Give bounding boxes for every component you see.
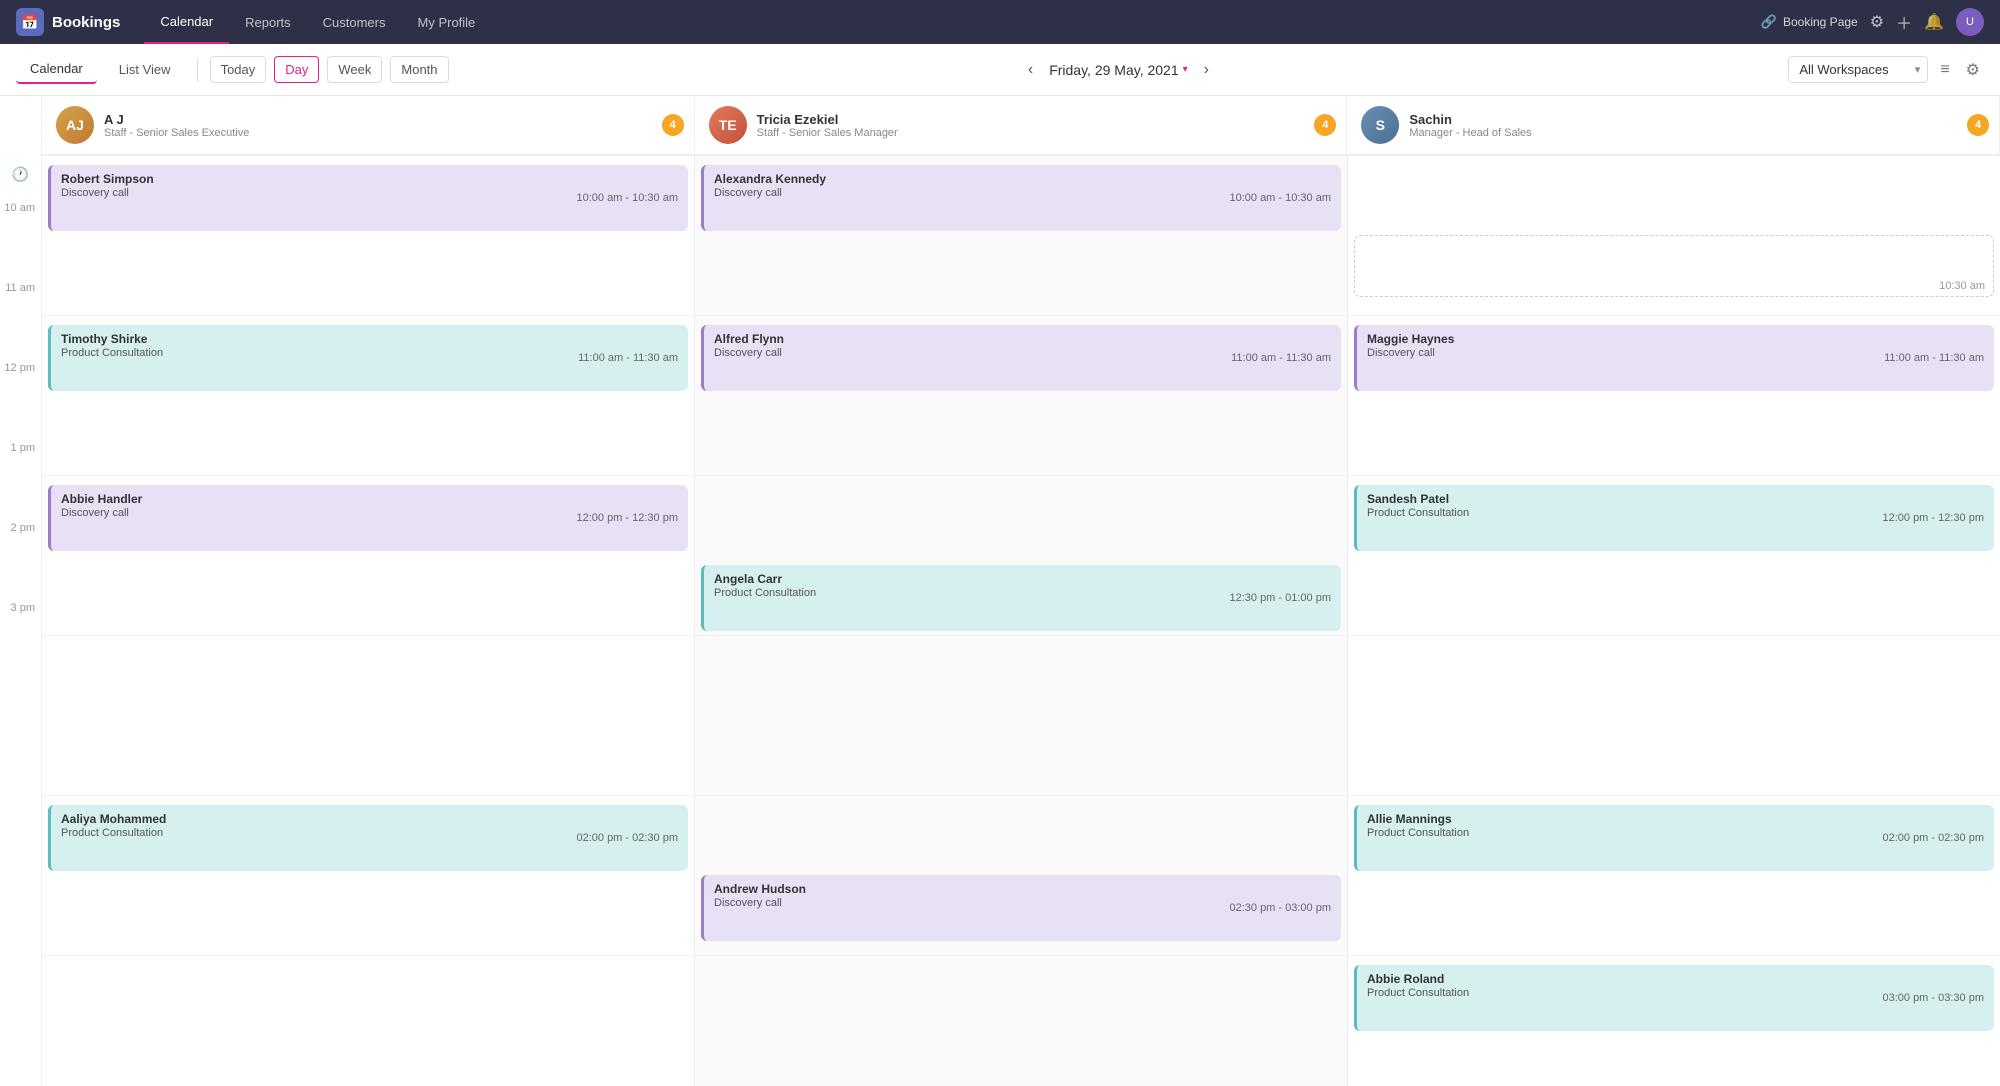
nav-customers[interactable]: Customers xyxy=(307,0,402,44)
grid-line-0 xyxy=(42,155,694,156)
grid-line-s0 xyxy=(1348,155,2000,156)
appt-andrew-hudson[interactable]: Andrew Hudson Discovery call 02:30 pm - … xyxy=(701,875,1341,941)
staff-header-sachin: S Sachin Manager - Head of Sales 4 xyxy=(1347,96,2000,154)
grid-line-t1 xyxy=(695,315,1347,316)
staff-badge-sachin: 4 xyxy=(1967,114,1989,136)
grid-line-2 xyxy=(42,475,694,476)
brand-name: Bookings xyxy=(52,14,120,31)
staff-area: AJ A J Staff - Senior Sales Executive 4 … xyxy=(42,96,2000,1086)
appt-abbie-handler[interactable]: Abbie Handler Discovery call 12:00 pm - … xyxy=(48,485,688,551)
grid-line-s5 xyxy=(1348,955,2000,956)
grid-line-3 xyxy=(42,635,694,636)
staff-info-tricia: Tricia Ezekiel Staff - Senior Sales Mana… xyxy=(757,112,1333,139)
appt-timothy-shirke[interactable]: Timothy Shirke Product Consultation 11:0… xyxy=(48,325,688,391)
grid-line-5 xyxy=(42,955,694,956)
appt-angela-carr[interactable]: Angela Carr Product Consultation 12:30 p… xyxy=(701,565,1341,631)
bell-icon[interactable]: 🔔 xyxy=(1924,12,1944,32)
dropdown-arrow: ▾ xyxy=(1183,64,1188,75)
workspace-dropdown[interactable]: All Workspaces xyxy=(1788,56,1928,83)
staff-info-sachin: Sachin Manager - Head of Sales xyxy=(1409,112,1985,139)
grid-line-t5 xyxy=(695,955,1347,956)
tab-list-view[interactable]: List View xyxy=(105,56,185,83)
dashed-time-label: 10:30 am xyxy=(1939,280,1985,292)
view-week[interactable]: Week xyxy=(327,56,382,83)
grid-line-s4 xyxy=(1348,795,2000,796)
user-avatar[interactable]: U xyxy=(1956,8,1984,36)
current-date[interactable]: Friday, 29 May, 2021 ▾ xyxy=(1049,62,1187,78)
staff-badge-tricia: 4 xyxy=(1314,114,1336,136)
grid-line-t0 xyxy=(695,155,1347,156)
grid-line-t2 xyxy=(695,475,1347,476)
view-month[interactable]: Month xyxy=(390,56,448,83)
grid-col-sachin[interactable]: 10:30 am Maggie Haynes Discovery call 11… xyxy=(1348,155,2000,1086)
appt-sandesh-patel[interactable]: Sandesh Patel Product Consultation 12:00… xyxy=(1354,485,1994,551)
staff-avatar-sachin: S xyxy=(1361,106,1399,144)
staff-role-tricia: Staff - Senior Sales Manager xyxy=(757,127,1333,139)
calendar-grid: Robert Simpson Discovery call 10:00 am -… xyxy=(42,155,2000,1086)
appt-alfred-flynn[interactable]: Alfred Flynn Discovery call 11:00 am - 1… xyxy=(701,325,1341,391)
top-navigation: 📅 Bookings Calendar Reports Customers My… xyxy=(0,0,2000,44)
grid-line-s3 xyxy=(1348,635,2000,636)
prev-date-button[interactable]: ‹ xyxy=(1020,57,1041,83)
tab-calendar[interactable]: Calendar xyxy=(16,55,97,84)
grid-col-aj[interactable]: Robert Simpson Discovery call 10:00 am -… xyxy=(42,155,695,1086)
nav-calendar[interactable]: Calendar xyxy=(144,0,229,44)
list-view-icon[interactable]: ≡ xyxy=(1936,57,1953,83)
grid-line-t4 xyxy=(695,795,1347,796)
clock-icon: 🕐 xyxy=(12,166,29,183)
nav-reports[interactable]: Reports xyxy=(229,0,307,44)
toolbar-divider xyxy=(197,58,198,82)
staff-badge-aj: 4 xyxy=(662,114,684,136)
calendar-body: 🕐 10 am 11 am 12 pm 1 pm 2 pm 3 pm AJ A … xyxy=(0,96,2000,1086)
nav-myprofile[interactable]: My Profile xyxy=(402,0,492,44)
time-3pm: 3 pm xyxy=(0,600,41,680)
grid-line-4 xyxy=(42,795,694,796)
time-11am: 11 am xyxy=(0,280,41,360)
staff-role-aj: Staff - Senior Sales Executive xyxy=(104,127,680,139)
staff-info-aj: A J Staff - Senior Sales Executive xyxy=(104,112,680,139)
staff-name-aj: A J xyxy=(104,112,680,127)
appt-allie-mannings[interactable]: Allie Mannings Product Consultation 02:0… xyxy=(1354,805,1994,871)
appt-maggie-haynes[interactable]: Maggie Haynes Discovery call 11:00 am - … xyxy=(1354,325,1994,391)
staff-name-tricia: Tricia Ezekiel xyxy=(757,112,1333,127)
link-icon: 🔗 xyxy=(1761,14,1777,30)
grid-line-s1 xyxy=(1348,315,2000,316)
appt-robert-simpson[interactable]: Robert Simpson Discovery call 10:00 am -… xyxy=(48,165,688,231)
staff-avatar-aj: AJ xyxy=(56,106,94,144)
time-column: 🕐 10 am 11 am 12 pm 1 pm 2 pm 3 pm xyxy=(0,96,42,1086)
appt-abbie-roland[interactable]: Abbie Roland Product Consultation 03:00 … xyxy=(1354,965,1994,1031)
add-icon[interactable]: ＋ xyxy=(1896,10,1912,34)
workspace-selector[interactable]: All Workspaces xyxy=(1788,56,1928,83)
grid-col-tricia[interactable]: Alexandra Kennedy Discovery call 10:00 a… xyxy=(695,155,1348,1086)
staff-headers: AJ A J Staff - Senior Sales Executive 4 … xyxy=(42,96,2000,155)
appt-alexandra-kennedy[interactable]: Alexandra Kennedy Discovery call 10:00 a… xyxy=(701,165,1341,231)
staff-role-sachin: Manager - Head of Sales xyxy=(1409,127,1985,139)
settings-view-icon[interactable]: ⚙ xyxy=(1962,56,1984,84)
grid-line-t3 xyxy=(695,635,1347,636)
view-day[interactable]: Day xyxy=(274,56,319,83)
staff-header-tricia: TE Tricia Ezekiel Staff - Senior Sales M… xyxy=(695,96,1348,154)
staff-header-aj: AJ A J Staff - Senior Sales Executive 4 xyxy=(42,96,695,154)
brand-icon: 📅 xyxy=(16,8,44,36)
dashed-placeholder: 10:30 am xyxy=(1354,235,1994,297)
grid-line-s2 xyxy=(1348,475,2000,476)
staff-name-sachin: Sachin xyxy=(1409,112,1985,127)
next-date-button[interactable]: › xyxy=(1196,57,1217,83)
nav-right-actions: 🔗 Booking Page ⚙ ＋ 🔔 U xyxy=(1761,8,1984,36)
settings-icon[interactable]: ⚙ xyxy=(1870,12,1884,32)
appt-aaliya-mohammed[interactable]: Aaliya Mohammed Product Consultation 02:… xyxy=(48,805,688,871)
brand-logo[interactable]: 📅 Bookings xyxy=(16,8,120,36)
booking-page-label: Booking Page xyxy=(1783,15,1858,29)
booking-page-button[interactable]: 🔗 Booking Page xyxy=(1761,14,1858,30)
time-1pm: 1 pm xyxy=(0,440,41,520)
time-12pm: 12 pm xyxy=(0,360,41,440)
time-2pm: 2 pm xyxy=(0,520,41,600)
staff-avatar-tricia: TE xyxy=(709,106,747,144)
view-today[interactable]: Today xyxy=(210,56,267,83)
grid-line-1 xyxy=(42,315,694,316)
toolbar: Calendar List View Today Day Week Month … xyxy=(0,44,2000,96)
time-10am: 10 am xyxy=(0,200,41,280)
